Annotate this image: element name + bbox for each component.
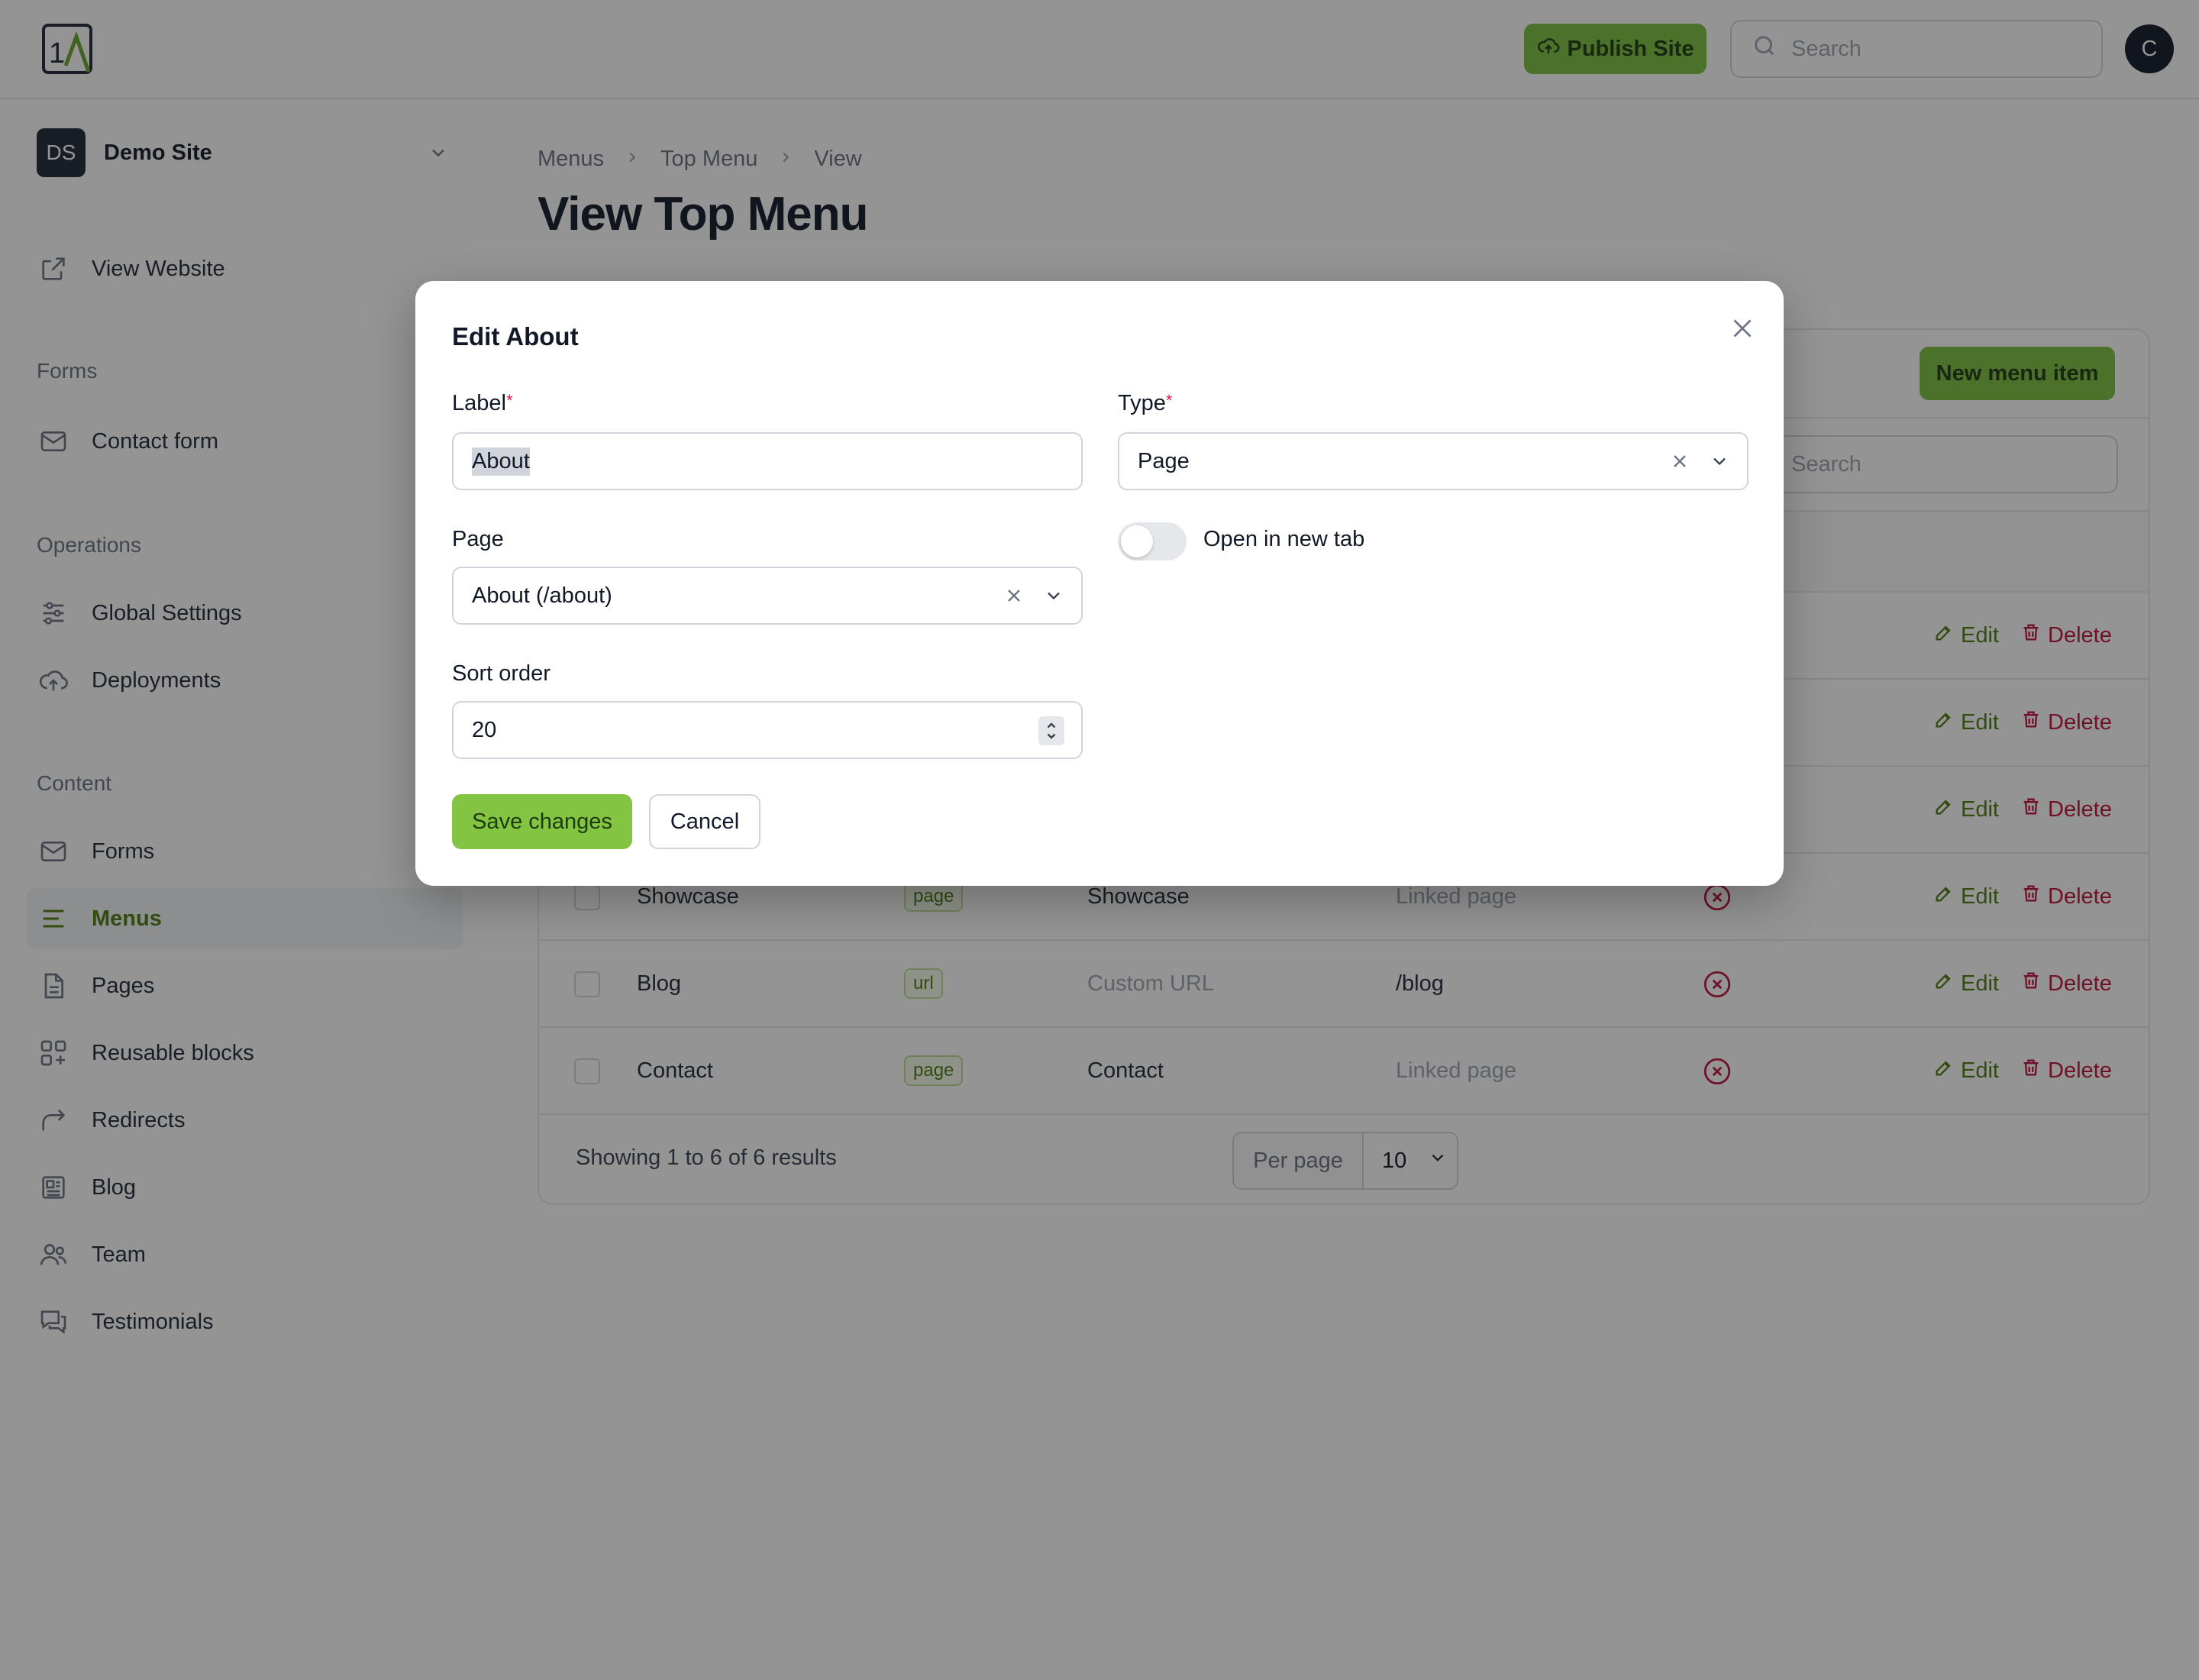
required-mark: *	[1165, 391, 1173, 410]
clear-icon[interactable]	[1669, 451, 1690, 478]
page-field-label: Page	[452, 527, 504, 551]
label-field-label-text: Label	[452, 391, 506, 415]
clear-icon[interactable]	[1003, 585, 1025, 612]
label-input-value: About	[472, 447, 530, 476]
modal-title: Edit About	[452, 322, 579, 351]
sort-order-value: 20	[472, 717, 497, 742]
sort-order-input[interactable]: 20	[452, 701, 1083, 759]
cancel-button[interactable]: Cancel	[649, 794, 760, 849]
edit-menu-item-modal: Edit About Label* About Type* Page Page …	[415, 281, 1784, 886]
page-select-value: About (/about)	[472, 583, 612, 608]
required-mark: *	[505, 391, 513, 410]
type-field-label: Type*	[1118, 391, 1172, 416]
page-select[interactable]: About (/about)	[452, 567, 1083, 625]
save-changes-button[interactable]: Save changes	[452, 794, 632, 849]
type-field-label-text: Type	[1118, 391, 1166, 415]
type-select-value: Page	[1138, 448, 1190, 473]
label-field-label: Label*	[452, 391, 513, 416]
close-icon[interactable]	[1724, 310, 1761, 347]
number-stepper-icon[interactable]	[1038, 716, 1064, 745]
chevron-down-icon[interactable]	[1043, 585, 1064, 612]
type-select[interactable]: Page	[1118, 432, 1749, 490]
open-in-new-tab-toggle[interactable]	[1118, 522, 1187, 561]
label-input[interactable]: About	[452, 432, 1083, 490]
toggle-knob	[1121, 525, 1153, 557]
open-in-new-tab-label: Open in new tab	[1203, 527, 1365, 551]
sort-order-field-label: Sort order	[452, 661, 551, 686]
chevron-down-icon[interactable]	[1709, 451, 1730, 478]
